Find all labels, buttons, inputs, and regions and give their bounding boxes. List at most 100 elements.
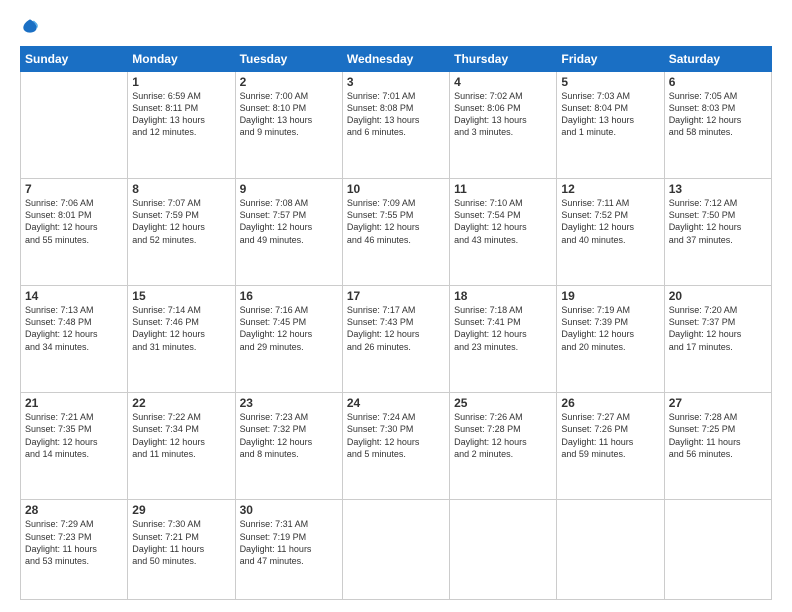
cell-info: Sunrise: 7:03 AM Sunset: 8:04 PM Dayligh…: [561, 90, 659, 139]
day-number: 13: [669, 182, 767, 196]
week-row-5: 28Sunrise: 7:29 AM Sunset: 7:23 PM Dayli…: [21, 500, 772, 600]
cell-info: Sunrise: 7:07 AM Sunset: 7:59 PM Dayligh…: [132, 197, 230, 246]
calendar-cell: 21Sunrise: 7:21 AM Sunset: 7:35 PM Dayli…: [21, 393, 128, 500]
cell-info: Sunrise: 7:08 AM Sunset: 7:57 PM Dayligh…: [240, 197, 338, 246]
calendar-cell: [664, 500, 771, 600]
day-number: 21: [25, 396, 123, 410]
calendar-cell: 6Sunrise: 7:05 AM Sunset: 8:03 PM Daylig…: [664, 72, 771, 179]
weekday-header-saturday: Saturday: [664, 47, 771, 72]
logo: [20, 16, 44, 36]
calendar-cell: 13Sunrise: 7:12 AM Sunset: 7:50 PM Dayli…: [664, 179, 771, 286]
day-number: 1: [132, 75, 230, 89]
calendar-cell: 4Sunrise: 7:02 AM Sunset: 8:06 PM Daylig…: [450, 72, 557, 179]
day-number: 22: [132, 396, 230, 410]
calendar-cell: 26Sunrise: 7:27 AM Sunset: 7:26 PM Dayli…: [557, 393, 664, 500]
cell-info: Sunrise: 7:20 AM Sunset: 7:37 PM Dayligh…: [669, 304, 767, 353]
day-number: 25: [454, 396, 552, 410]
cell-info: Sunrise: 7:22 AM Sunset: 7:34 PM Dayligh…: [132, 411, 230, 460]
day-number: 7: [25, 182, 123, 196]
cell-info: Sunrise: 7:31 AM Sunset: 7:19 PM Dayligh…: [240, 518, 338, 567]
calendar-cell: 8Sunrise: 7:07 AM Sunset: 7:59 PM Daylig…: [128, 179, 235, 286]
weekday-header-wednesday: Wednesday: [342, 47, 449, 72]
calendar-cell: 18Sunrise: 7:18 AM Sunset: 7:41 PM Dayli…: [450, 286, 557, 393]
day-number: 24: [347, 396, 445, 410]
cell-info: Sunrise: 7:06 AM Sunset: 8:01 PM Dayligh…: [25, 197, 123, 246]
cell-info: Sunrise: 7:02 AM Sunset: 8:06 PM Dayligh…: [454, 90, 552, 139]
weekday-header-tuesday: Tuesday: [235, 47, 342, 72]
day-number: 19: [561, 289, 659, 303]
day-number: 2: [240, 75, 338, 89]
weekday-header-sunday: Sunday: [21, 47, 128, 72]
day-number: 26: [561, 396, 659, 410]
day-number: 6: [669, 75, 767, 89]
day-number: 20: [669, 289, 767, 303]
calendar-cell: 7Sunrise: 7:06 AM Sunset: 8:01 PM Daylig…: [21, 179, 128, 286]
calendar-cell: 2Sunrise: 7:00 AM Sunset: 8:10 PM Daylig…: [235, 72, 342, 179]
day-number: 23: [240, 396, 338, 410]
cell-info: Sunrise: 7:16 AM Sunset: 7:45 PM Dayligh…: [240, 304, 338, 353]
calendar-cell: 11Sunrise: 7:10 AM Sunset: 7:54 PM Dayli…: [450, 179, 557, 286]
cell-info: Sunrise: 7:12 AM Sunset: 7:50 PM Dayligh…: [669, 197, 767, 246]
day-number: 27: [669, 396, 767, 410]
calendar-cell: 14Sunrise: 7:13 AM Sunset: 7:48 PM Dayli…: [21, 286, 128, 393]
cell-info: Sunrise: 7:01 AM Sunset: 8:08 PM Dayligh…: [347, 90, 445, 139]
day-number: 4: [454, 75, 552, 89]
calendar-cell: 19Sunrise: 7:19 AM Sunset: 7:39 PM Dayli…: [557, 286, 664, 393]
day-number: 12: [561, 182, 659, 196]
cell-info: Sunrise: 7:17 AM Sunset: 7:43 PM Dayligh…: [347, 304, 445, 353]
day-number: 10: [347, 182, 445, 196]
weekday-header-thursday: Thursday: [450, 47, 557, 72]
header: [20, 16, 772, 36]
cell-info: Sunrise: 7:30 AM Sunset: 7:21 PM Dayligh…: [132, 518, 230, 567]
week-row-1: 1Sunrise: 6:59 AM Sunset: 8:11 PM Daylig…: [21, 72, 772, 179]
cell-info: Sunrise: 7:14 AM Sunset: 7:46 PM Dayligh…: [132, 304, 230, 353]
calendar-cell: 23Sunrise: 7:23 AM Sunset: 7:32 PM Dayli…: [235, 393, 342, 500]
calendar-cell: 9Sunrise: 7:08 AM Sunset: 7:57 PM Daylig…: [235, 179, 342, 286]
day-number: 28: [25, 503, 123, 517]
calendar-cell: 1Sunrise: 6:59 AM Sunset: 8:11 PM Daylig…: [128, 72, 235, 179]
calendar-cell: 25Sunrise: 7:26 AM Sunset: 7:28 PM Dayli…: [450, 393, 557, 500]
weekday-header-monday: Monday: [128, 47, 235, 72]
calendar-cell: 16Sunrise: 7:16 AM Sunset: 7:45 PM Dayli…: [235, 286, 342, 393]
calendar-cell: 29Sunrise: 7:30 AM Sunset: 7:21 PM Dayli…: [128, 500, 235, 600]
calendar-cell: 17Sunrise: 7:17 AM Sunset: 7:43 PM Dayli…: [342, 286, 449, 393]
cell-info: Sunrise: 7:28 AM Sunset: 7:25 PM Dayligh…: [669, 411, 767, 460]
cell-info: Sunrise: 7:27 AM Sunset: 7:26 PM Dayligh…: [561, 411, 659, 460]
weekday-header-friday: Friday: [557, 47, 664, 72]
page: SundayMondayTuesdayWednesdayThursdayFrid…: [0, 0, 792, 612]
calendar-cell: [342, 500, 449, 600]
cell-info: Sunrise: 7:19 AM Sunset: 7:39 PM Dayligh…: [561, 304, 659, 353]
cell-info: Sunrise: 7:09 AM Sunset: 7:55 PM Dayligh…: [347, 197, 445, 246]
day-number: 9: [240, 182, 338, 196]
cell-info: Sunrise: 7:10 AM Sunset: 7:54 PM Dayligh…: [454, 197, 552, 246]
day-number: 11: [454, 182, 552, 196]
day-number: 15: [132, 289, 230, 303]
cell-info: Sunrise: 7:21 AM Sunset: 7:35 PM Dayligh…: [25, 411, 123, 460]
calendar-cell: 28Sunrise: 7:29 AM Sunset: 7:23 PM Dayli…: [21, 500, 128, 600]
calendar-cell: 24Sunrise: 7:24 AM Sunset: 7:30 PM Dayli…: [342, 393, 449, 500]
calendar-cell: [557, 500, 664, 600]
weekday-header-row: SundayMondayTuesdayWednesdayThursdayFrid…: [21, 47, 772, 72]
cell-info: Sunrise: 7:29 AM Sunset: 7:23 PM Dayligh…: [25, 518, 123, 567]
cell-info: Sunrise: 7:00 AM Sunset: 8:10 PM Dayligh…: [240, 90, 338, 139]
cell-info: Sunrise: 7:05 AM Sunset: 8:03 PM Dayligh…: [669, 90, 767, 139]
calendar-cell: 12Sunrise: 7:11 AM Sunset: 7:52 PM Dayli…: [557, 179, 664, 286]
cell-info: Sunrise: 6:59 AM Sunset: 8:11 PM Dayligh…: [132, 90, 230, 139]
calendar-cell: [21, 72, 128, 179]
day-number: 8: [132, 182, 230, 196]
calendar-cell: 5Sunrise: 7:03 AM Sunset: 8:04 PM Daylig…: [557, 72, 664, 179]
calendar-cell: 30Sunrise: 7:31 AM Sunset: 7:19 PM Dayli…: [235, 500, 342, 600]
calendar-cell: 15Sunrise: 7:14 AM Sunset: 7:46 PM Dayli…: [128, 286, 235, 393]
cell-info: Sunrise: 7:11 AM Sunset: 7:52 PM Dayligh…: [561, 197, 659, 246]
day-number: 16: [240, 289, 338, 303]
cell-info: Sunrise: 7:24 AM Sunset: 7:30 PM Dayligh…: [347, 411, 445, 460]
calendar-cell: 20Sunrise: 7:20 AM Sunset: 7:37 PM Dayli…: [664, 286, 771, 393]
cell-info: Sunrise: 7:18 AM Sunset: 7:41 PM Dayligh…: [454, 304, 552, 353]
cell-info: Sunrise: 7:26 AM Sunset: 7:28 PM Dayligh…: [454, 411, 552, 460]
calendar-cell: 27Sunrise: 7:28 AM Sunset: 7:25 PM Dayli…: [664, 393, 771, 500]
day-number: 30: [240, 503, 338, 517]
week-row-3: 14Sunrise: 7:13 AM Sunset: 7:48 PM Dayli…: [21, 286, 772, 393]
day-number: 14: [25, 289, 123, 303]
cell-info: Sunrise: 7:13 AM Sunset: 7:48 PM Dayligh…: [25, 304, 123, 353]
day-number: 5: [561, 75, 659, 89]
